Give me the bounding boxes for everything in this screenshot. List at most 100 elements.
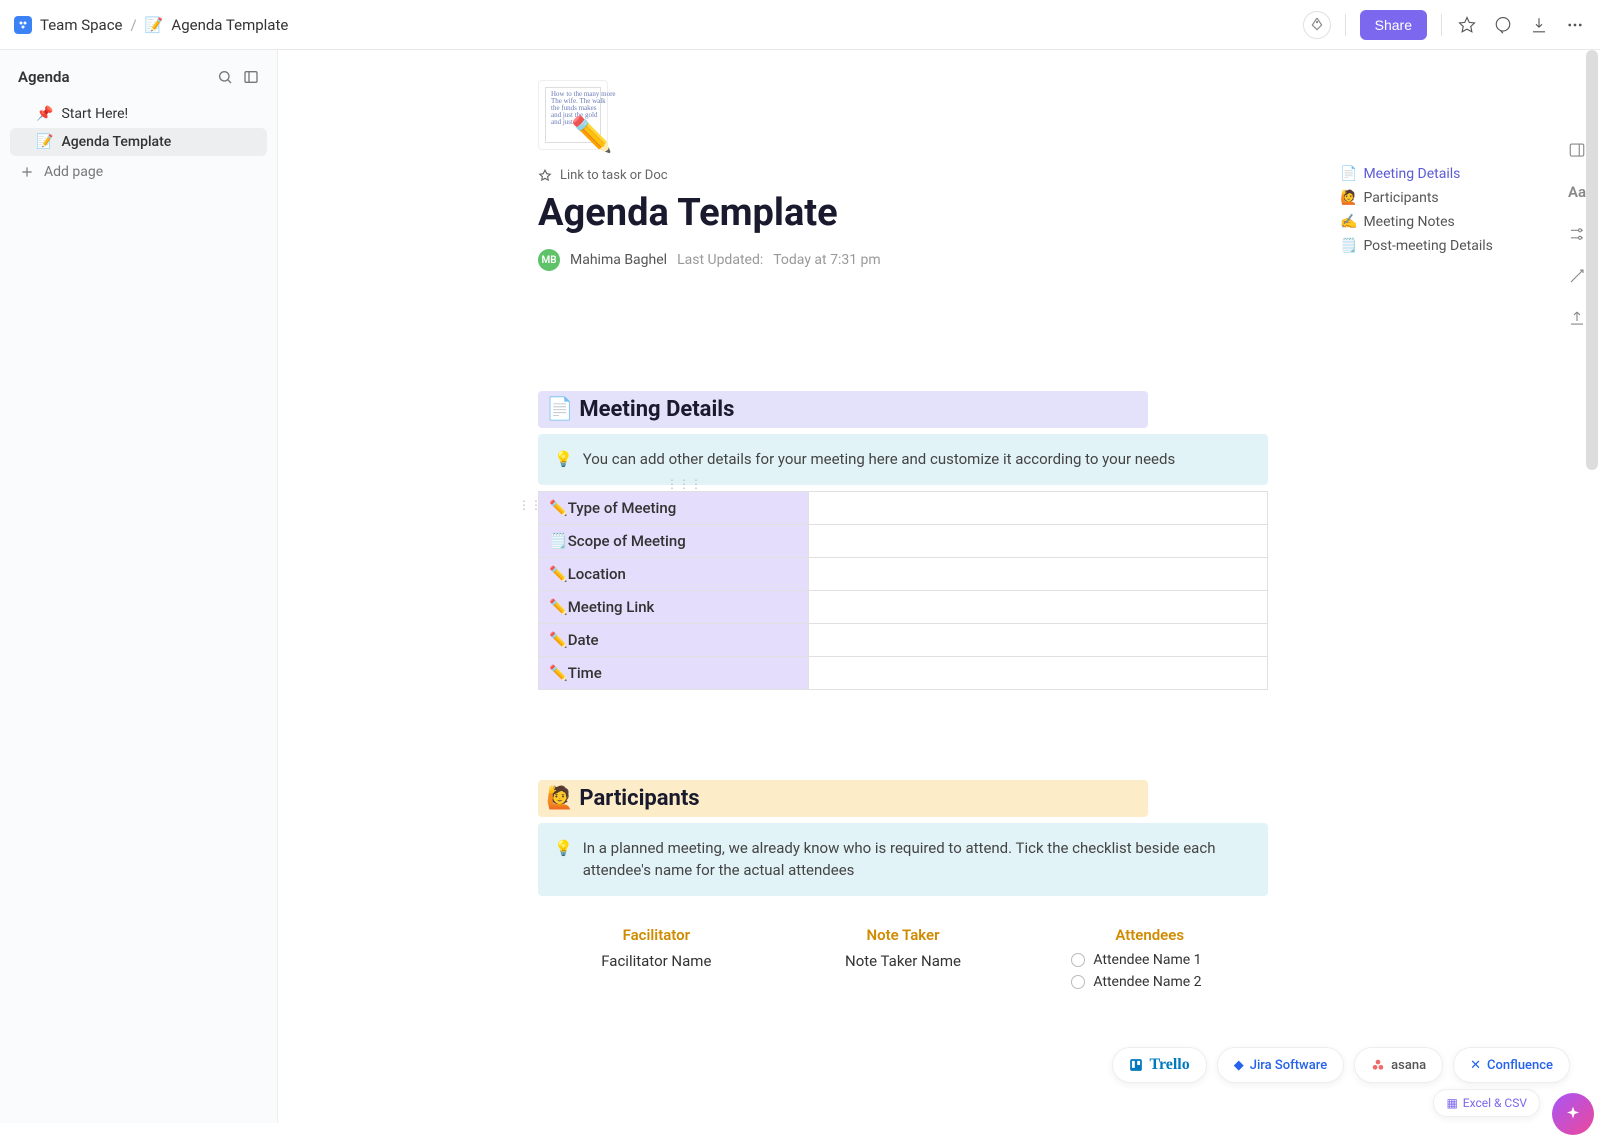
- table-cell[interactable]: [809, 656, 1268, 689]
- attendee-row[interactable]: Attendee Name 1: [1041, 952, 1258, 968]
- sidebar-item-start[interactable]: 📌 Start Here!: [10, 100, 267, 128]
- row-label: Type of Meeting: [568, 499, 677, 517]
- breadcrumb-page-icon: 📝: [145, 16, 164, 34]
- table-cell[interactable]: [809, 590, 1268, 623]
- page-icon: 📄: [546, 397, 573, 422]
- callout-meeting-details[interactable]: 💡 You can add other details for your mee…: [538, 434, 1268, 485]
- table-row[interactable]: ✏️Meeting Link: [539, 590, 1268, 623]
- sidebar-item-label: Agenda Template: [61, 134, 171, 150]
- section-participants: 🙋 Participants: [538, 780, 1148, 817]
- ai-fab[interactable]: [1552, 1093, 1594, 1135]
- toc-label: Meeting Details: [1363, 166, 1460, 182]
- column-title: Facilitator: [548, 926, 765, 944]
- tag-button[interactable]: [1303, 11, 1331, 39]
- sidebar-item-agenda[interactable]: 📝 Agenda Template: [10, 128, 267, 156]
- table-row[interactable]: ✏️Type of Meeting: [539, 491, 1268, 524]
- link-icon: [538, 169, 552, 183]
- bulb-icon: 💡: [554, 448, 573, 471]
- column-title: Note Taker: [795, 926, 1012, 944]
- pill-label: Confluence: [1487, 1058, 1553, 1073]
- checkbox-icon[interactable]: [1071, 953, 1085, 967]
- facilitator-column: Facilitator Facilitator Name: [548, 926, 765, 990]
- confluence-pill[interactable]: ✕Confluence: [1453, 1047, 1570, 1083]
- table-cell[interactable]: [809, 524, 1268, 557]
- meeting-details-table: ✏️Type of Meeting 🗒️Scope of Meeting ✏️L…: [538, 491, 1268, 690]
- facilitator-name[interactable]: Facilitator Name: [548, 952, 765, 970]
- page-cover-icon[interactable]: How to the many more The wife. The walk …: [538, 80, 608, 150]
- content-area: How to the many more The wife. The walk …: [278, 50, 1600, 1123]
- attendee-name: Attendee Name 2: [1093, 974, 1201, 990]
- page-title[interactable]: Agenda Template: [538, 191, 1278, 235]
- asana-pill[interactable]: asana: [1354, 1047, 1443, 1083]
- author-name[interactable]: Mahima Baghel: [570, 252, 667, 268]
- bulb-icon: 💡: [554, 837, 573, 882]
- pill-label: Trello: [1149, 1056, 1189, 1074]
- breadcrumb-space[interactable]: Team Space: [40, 16, 123, 34]
- notepad-icon: 🗒️: [1340, 238, 1357, 254]
- export-icon[interactable]: [1567, 308, 1587, 328]
- column-handle-icon[interactable]: ⋮⋮⋮: [666, 477, 702, 491]
- more-icon[interactable]: [1564, 14, 1586, 36]
- note-icon: 🗒️: [549, 532, 568, 550]
- row-label: Meeting Link: [568, 598, 655, 616]
- toc-item-meeting-details[interactable]: 📄 Meeting Details: [1340, 162, 1520, 186]
- author-avatar[interactable]: MB: [538, 249, 560, 271]
- link-task-button[interactable]: Link to task or Doc: [538, 168, 1278, 183]
- separator: [1441, 14, 1442, 36]
- table-cell[interactable]: [809, 623, 1268, 656]
- sheet-icon: ▦: [1446, 1096, 1457, 1110]
- page-icon: 📄: [1340, 166, 1357, 182]
- pin-icon: 📌: [36, 106, 53, 122]
- breadcrumb: Team Space / 📝 Agenda Template: [14, 16, 288, 34]
- pencil-icon: ✏️: [549, 499, 568, 517]
- writing-icon: ✍️: [1340, 214, 1357, 230]
- attendee-row[interactable]: Attendee Name 2: [1041, 974, 1258, 990]
- toc-item-participants[interactable]: 🙋Participants: [1340, 186, 1520, 210]
- panel-icon[interactable]: [243, 69, 259, 85]
- separator: [1345, 14, 1346, 36]
- pill-label: Jira Software: [1250, 1058, 1327, 1073]
- space-icon: [14, 16, 32, 34]
- pill-label: Excel & CSV: [1463, 1096, 1527, 1110]
- excel-pill[interactable]: ▦ Excel & CSV: [1433, 1089, 1540, 1117]
- table-row[interactable]: ✏️Time: [539, 656, 1268, 689]
- toc-item-notes[interactable]: ✍️Meeting Notes: [1340, 210, 1520, 234]
- add-page-label: Add page: [44, 164, 103, 180]
- download-icon[interactable]: [1528, 14, 1550, 36]
- notetaker-column: Note Taker Note Taker Name: [795, 926, 1012, 990]
- search-icon[interactable]: [217, 69, 233, 85]
- table-cell[interactable]: [809, 491, 1268, 524]
- table-cell[interactable]: [809, 557, 1268, 590]
- magic-icon[interactable]: [1567, 266, 1587, 286]
- trello-pill[interactable]: Trello: [1112, 1047, 1206, 1083]
- table-row[interactable]: ✏️Date: [539, 623, 1268, 656]
- share-button[interactable]: Share: [1360, 10, 1427, 40]
- table-row[interactable]: ✏️Location: [539, 557, 1268, 590]
- breadcrumb-separator: /: [131, 16, 137, 34]
- toc-label: Post-meeting Details: [1363, 238, 1492, 254]
- callout-text: You can add other details for your meeti…: [583, 448, 1176, 471]
- jira-pill[interactable]: ◆Jira Software: [1217, 1047, 1344, 1083]
- star-icon[interactable]: [1456, 14, 1478, 36]
- sidebar-title: Agenda: [18, 68, 70, 86]
- byline: MB Mahima Baghel Last Updated: Today at …: [538, 249, 1278, 271]
- table-row[interactable]: 🗒️Scope of Meeting: [539, 524, 1268, 557]
- settings-icon[interactable]: [1567, 224, 1587, 244]
- section-heading-label: Participants: [579, 786, 699, 811]
- updated-value: Today at 7:31 pm: [773, 252, 880, 268]
- panel-toggle-icon[interactable]: [1567, 140, 1587, 160]
- font-icon[interactable]: Aa: [1567, 182, 1587, 202]
- notetaker-name[interactable]: Note Taker Name: [795, 952, 1012, 970]
- attendee-name: Attendee Name 1: [1093, 952, 1201, 968]
- toc-item-postmeeting[interactable]: 🗒️ Post-meeting Details: [1340, 234, 1520, 258]
- scrollbar[interactable]: [1586, 50, 1598, 470]
- checkbox-icon[interactable]: [1071, 975, 1085, 989]
- breadcrumb-page[interactable]: Agenda Template: [171, 16, 288, 34]
- column-title: Attendees: [1041, 926, 1258, 944]
- comment-icon[interactable]: [1492, 14, 1514, 36]
- plus-icon: [20, 165, 34, 179]
- add-page-button[interactable]: Add page: [10, 156, 267, 188]
- topbar-actions: Share: [1303, 10, 1586, 40]
- link-task-label: Link to task or Doc: [560, 168, 668, 183]
- callout-participants[interactable]: 💡 In a planned meeting, we already know …: [538, 823, 1268, 896]
